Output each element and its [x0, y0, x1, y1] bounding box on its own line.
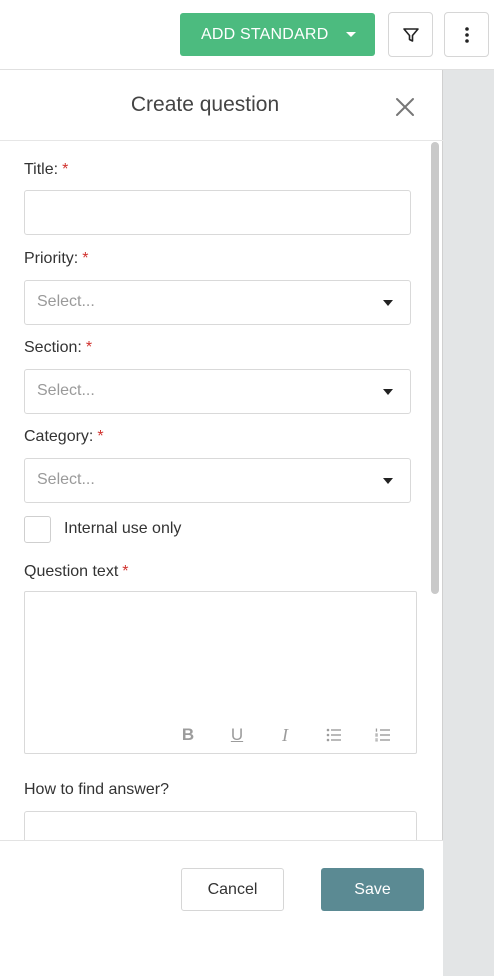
- background-gutter: [443, 70, 494, 976]
- dropdown-arrow-icon: [383, 389, 393, 395]
- required-marker: *: [97, 428, 104, 445]
- cancel-button[interactable]: Cancel: [181, 868, 284, 911]
- internal-use-label[interactable]: Internal use only: [64, 520, 181, 538]
- close-button[interactable]: [394, 96, 416, 118]
- dropdown-arrow-icon: [383, 478, 393, 484]
- question-text-editor[interactable]: B U I: [24, 591, 417, 754]
- required-marker: *: [82, 250, 89, 267]
- save-button[interactable]: Save: [321, 868, 424, 911]
- italic-button[interactable]: I: [272, 722, 298, 748]
- question-text-label: Question text *: [24, 563, 129, 581]
- category-select[interactable]: Select...: [24, 458, 411, 503]
- dropdown-arrow-icon: [383, 300, 393, 306]
- priority-select[interactable]: Select...: [24, 280, 411, 325]
- add-standard-label: ADD STANDARD: [201, 25, 329, 43]
- how-to-find-input[interactable]: [24, 811, 417, 840]
- panel-footer: Cancel Save: [0, 840, 443, 976]
- underline-button[interactable]: U: [224, 722, 250, 748]
- filter-icon: [402, 27, 419, 42]
- title-input[interactable]: [24, 190, 411, 235]
- section-placeholder: Select...: [37, 382, 95, 399]
- numbered-list-icon: [375, 728, 390, 742]
- scrollbar[interactable]: [431, 142, 439, 594]
- bullet-list-button[interactable]: [321, 722, 347, 748]
- caret-down-icon: [346, 32, 356, 37]
- section-label: Section: *: [24, 339, 92, 357]
- category-placeholder: Select...: [37, 471, 95, 488]
- how-to-find-label: How to find answer?: [24, 781, 169, 798]
- top-toolbar: ADD STANDARD: [0, 0, 494, 70]
- category-label-text: Category:: [24, 428, 94, 445]
- internal-use-checkbox[interactable]: [24, 516, 51, 543]
- form-scroll-area[interactable]: Title: * Priority: * Select... Section: * S…: [0, 141, 443, 840]
- title-label-text: Title:: [24, 161, 59, 178]
- required-marker: *: [122, 563, 129, 580]
- priority-placeholder: Select...: [37, 293, 95, 310]
- question-text-label-text: Question text: [24, 563, 119, 580]
- section-select[interactable]: Select...: [24, 369, 411, 414]
- panel-title: Create question: [130, 93, 280, 116]
- panel-header: Create question: [0, 70, 443, 141]
- priority-label-text: Priority:: [24, 250, 79, 267]
- section-label-text: Section:: [24, 339, 82, 356]
- close-icon: [396, 98, 414, 116]
- filter-button[interactable]: [388, 12, 433, 57]
- bold-button[interactable]: B: [175, 722, 201, 748]
- numbered-list-button[interactable]: [370, 722, 396, 748]
- more-options-button[interactable]: [444, 12, 489, 57]
- bullet-list-icon: [326, 728, 341, 742]
- title-label: Title: *: [24, 161, 68, 179]
- add-standard-button[interactable]: ADD STANDARD: [180, 13, 375, 56]
- required-marker: *: [85, 339, 93, 356]
- required-marker: *: [62, 161, 69, 178]
- create-question-panel: Create question Title: * Priority: * Selec…: [0, 70, 443, 976]
- vertical-dots-icon: [464, 26, 469, 43]
- priority-label: Priority: *: [24, 250, 88, 268]
- editor-toolbar: B U I: [25, 722, 418, 748]
- category-label: Category: *: [24, 428, 104, 446]
